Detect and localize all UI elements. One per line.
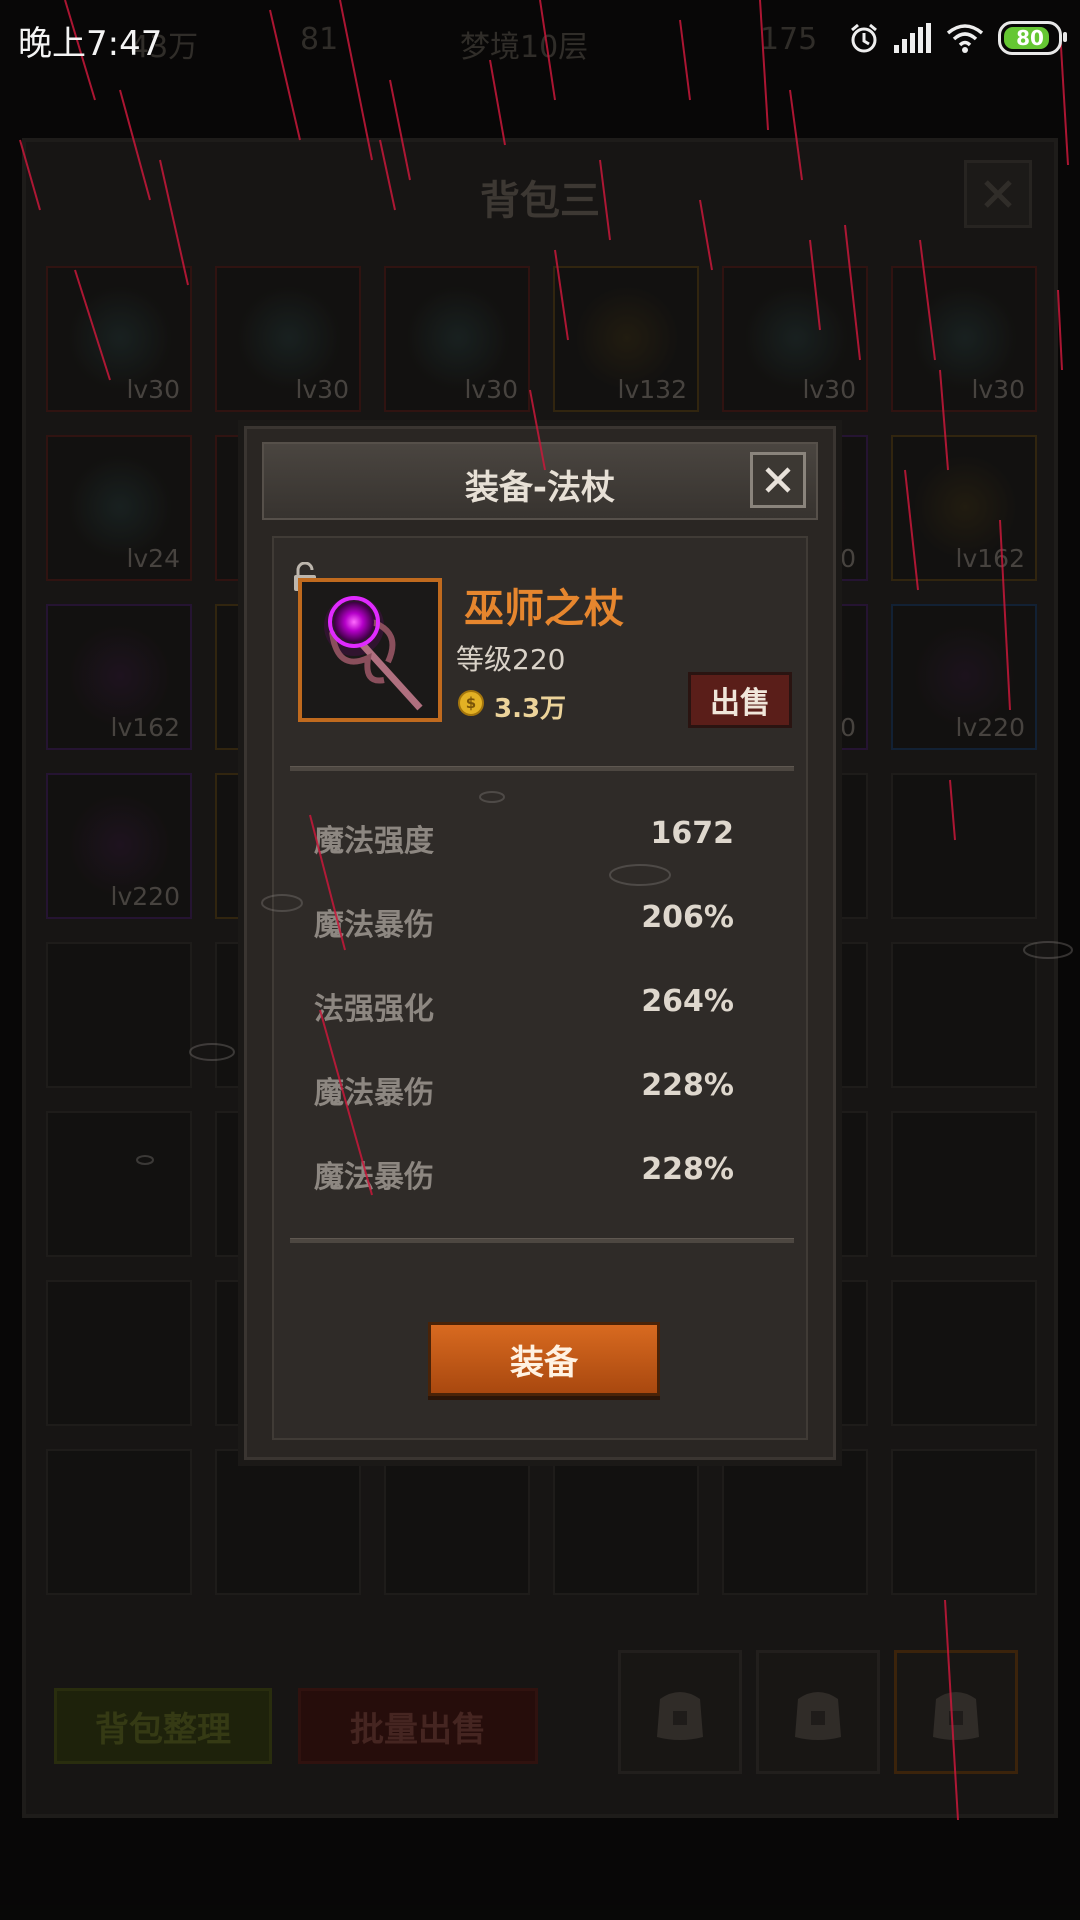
stat-value: 228%	[641, 1068, 734, 1103]
equipment-dialog: 装备-法杖 巫师之杖 等级220 $ 3.3万 出售 魔法强度 1672 魔法暴伤 2…	[238, 420, 842, 1466]
stat-name: 法强强化	[314, 992, 434, 1027]
dialog-close-button[interactable]	[750, 452, 806, 508]
divider	[290, 1238, 794, 1243]
staff-icon	[324, 596, 423, 711]
stat-row: 魔法暴伤 206%	[314, 900, 734, 944]
divider	[290, 766, 794, 771]
stat-value: 228%	[641, 1152, 734, 1187]
alarm-icon	[851, 23, 877, 53]
dialog-header: 装备-法杖	[262, 442, 818, 520]
item-price: 3.3万	[494, 694, 567, 724]
signal-icon	[894, 23, 931, 53]
dialog-body: 巫师之杖 等级220 $ 3.3万 出售 魔法强度 1672 魔法暴伤 206% 法强强…	[272, 536, 808, 1440]
stat-row: 法强强化 264%	[314, 984, 734, 1028]
stat-name: 魔法暴伤	[314, 908, 434, 943]
wifi-icon	[946, 24, 984, 53]
stat-value: 264%	[641, 984, 734, 1019]
stat-name: 魔法强度	[314, 824, 434, 859]
sell-button[interactable]: 出售	[688, 672, 792, 728]
battery-indicator: 80	[998, 21, 1067, 55]
dialog-title: 装备-法杖	[464, 468, 616, 508]
item-level: 等级220	[456, 643, 566, 676]
equip-button[interactable]: 装备	[428, 1322, 660, 1396]
status-icons: 80	[848, 18, 1067, 58]
status-bar: 晚上7:47 80	[0, 0, 1080, 75]
stat-value: 206%	[641, 900, 734, 935]
close-icon	[765, 467, 791, 493]
stat-row: 魔法暴伤 228%	[314, 1068, 734, 1112]
stat-value: 1672	[650, 816, 735, 851]
stat-name: 魔法暴伤	[314, 1076, 434, 1111]
stat-name: 魔法暴伤	[314, 1160, 434, 1195]
coin-icon: $	[458, 690, 484, 716]
item-name: 巫师之杖	[464, 586, 624, 632]
stat-row: 魔法强度 1672	[314, 816, 734, 860]
item-image	[298, 578, 442, 722]
stat-row: 魔法暴伤 228%	[314, 1152, 734, 1196]
status-time: 晚上7:47	[18, 24, 163, 64]
